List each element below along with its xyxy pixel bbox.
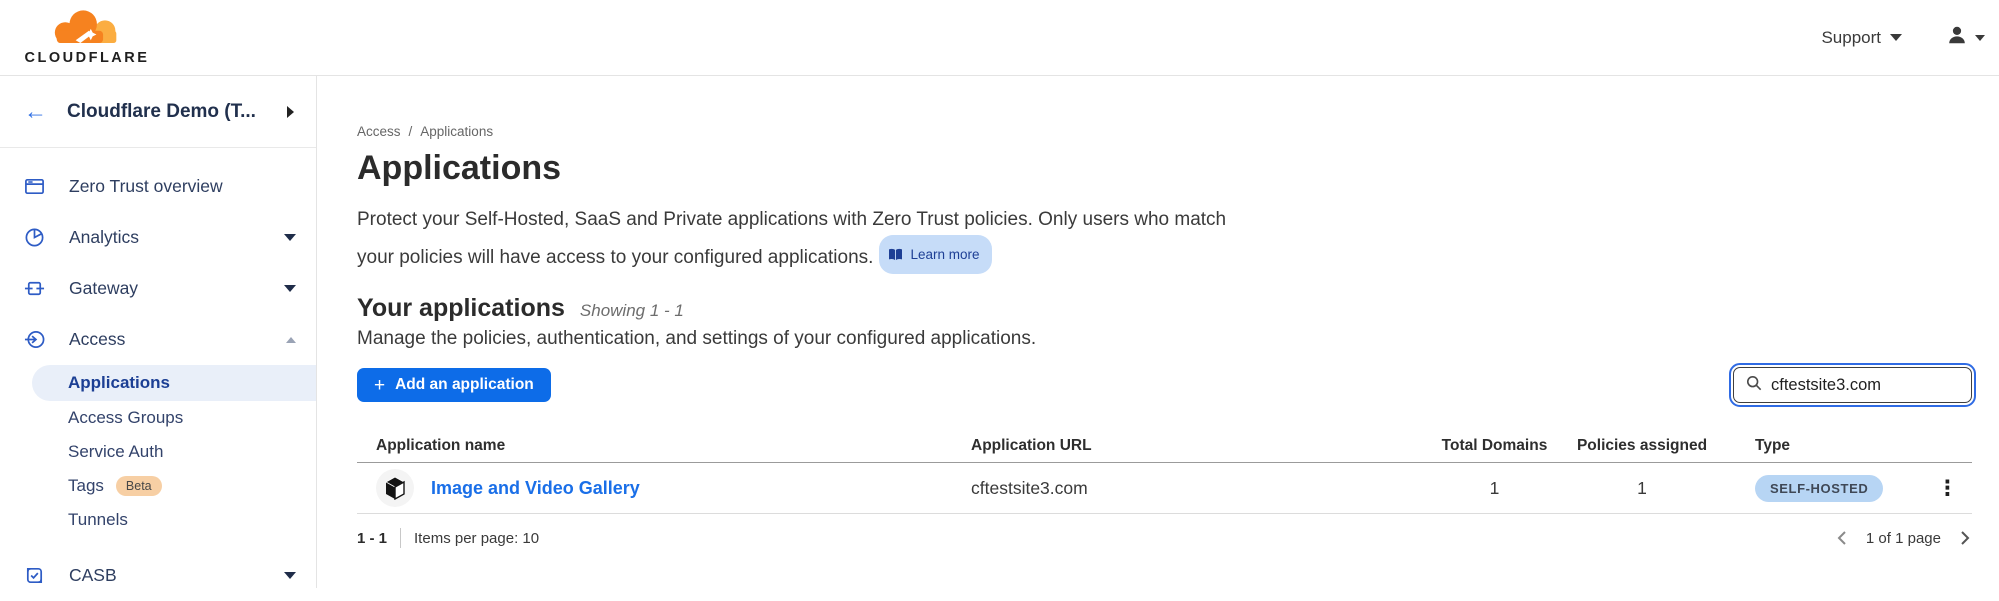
search-input[interactable] xyxy=(1771,376,1959,395)
cloudflare-cloud-icon xyxy=(51,9,123,49)
items-per-page[interactable]: Items per page: 10 xyxy=(414,530,539,547)
learn-more-button[interactable]: Learn more xyxy=(879,235,992,274)
sidebar-item-analytics[interactable]: Analytics xyxy=(0,212,316,263)
section-subtitle: Manage the policies, authentication, and… xyxy=(357,328,1972,350)
account-name[interactable]: Cloudflare Demo (T... xyxy=(67,101,267,123)
cloudflare-logo[interactable]: CLOUDFLARE xyxy=(18,9,156,66)
plus-icon: + xyxy=(374,376,385,395)
access-icon xyxy=(24,329,45,350)
sidebar-item-tags[interactable]: Tags Beta xyxy=(0,469,316,503)
sidebar-item-zero-trust-overview[interactable]: Zero Trust overview xyxy=(0,161,316,212)
application-link[interactable]: Image and Video Gallery xyxy=(431,478,640,499)
sidebar-item-tunnels[interactable]: Tunnels xyxy=(0,503,316,537)
search-box xyxy=(1733,367,1972,403)
item-range: 1 - 1 xyxy=(357,530,387,547)
page-title: Applications xyxy=(357,149,1972,188)
type-badge: SELF-HOSTED xyxy=(1755,475,1883,502)
app-avatar xyxy=(376,469,414,507)
cube-icon xyxy=(384,476,406,500)
col-application-url[interactable]: Application URL xyxy=(971,437,1432,455)
user-menu[interactable] xyxy=(1946,24,1985,51)
col-type[interactable]: Type xyxy=(1727,437,1932,455)
gateway-caret-icon xyxy=(284,285,296,292)
sidebar-item-service-auth[interactable]: Service Auth xyxy=(0,435,316,469)
showing-count: Showing 1 - 1 xyxy=(580,301,684,321)
account-switcher: ← Cloudflare Demo (T... xyxy=(0,76,316,148)
sidebar-item-casb[interactable]: CASB xyxy=(0,550,316,601)
user-icon xyxy=(1946,24,1968,51)
breadcrumb-applications[interactable]: Applications xyxy=(420,124,493,139)
account-expand-icon[interactable] xyxy=(287,106,294,118)
toolbar: + Add an application xyxy=(357,367,1972,403)
total-domains-value: 1 xyxy=(1432,478,1557,499)
sidebar: ← Cloudflare Demo (T... Zero Trust overv… xyxy=(0,76,317,588)
sidebar-item-access[interactable]: Access xyxy=(0,314,316,365)
access-collapse-icon xyxy=(286,337,296,343)
col-total-domains[interactable]: Total Domains xyxy=(1432,437,1557,455)
analytics-icon xyxy=(24,227,45,248)
back-arrow-icon[interactable]: ← xyxy=(24,100,47,123)
col-policies-assigned[interactable]: Policies assigned xyxy=(1557,437,1727,455)
add-application-button[interactable]: + Add an application xyxy=(357,368,551,402)
sidebar-item-access-groups[interactable]: Access Groups xyxy=(0,401,316,435)
next-page-button[interactable] xyxy=(1958,530,1972,546)
sidebar-nav: Zero Trust overview Analytics Gateway xyxy=(0,148,316,601)
analytics-caret-icon xyxy=(284,234,296,241)
table-row: Image and Video Gallery cftestsite3.com … xyxy=(357,463,1972,514)
gateway-icon xyxy=(24,278,45,299)
table-header: Application name Application URL Total D… xyxy=(357,430,1972,463)
pager-divider xyxy=(400,528,401,548)
row-actions-kebab[interactable]: ⋮ xyxy=(1937,478,1972,499)
breadcrumb-separator: / xyxy=(409,124,413,139)
application-url: cftestsite3.com xyxy=(971,478,1432,499)
sidebar-item-gateway[interactable]: Gateway xyxy=(0,263,316,314)
pagination: 1 - 1 Items per page: 10 1 of 1 page xyxy=(357,528,1972,548)
support-menu[interactable]: Support xyxy=(1821,28,1902,48)
cloudflare-wordmark: CLOUDFLARE xyxy=(25,50,150,66)
book-icon xyxy=(888,248,903,261)
beta-badge: Beta xyxy=(116,476,162,496)
access-sub-list: Applications Access Groups Service Auth … xyxy=(0,365,316,537)
page-description: Protect your Self-Hosted, SaaS and Priva… xyxy=(357,204,1257,274)
user-caret-icon xyxy=(1975,35,1985,41)
support-caret-icon xyxy=(1890,34,1902,41)
overview-icon xyxy=(24,176,45,197)
page-info: 1 of 1 page xyxy=(1866,530,1941,547)
search-icon xyxy=(1746,375,1762,396)
top-header: CLOUDFLARE Support xyxy=(0,0,1999,76)
breadcrumb-access[interactable]: Access xyxy=(357,124,401,139)
casb-caret-icon xyxy=(284,572,296,579)
breadcrumb: Access / Applications xyxy=(357,124,1972,139)
sidebar-item-applications[interactable]: Applications xyxy=(32,365,316,401)
casb-icon xyxy=(24,565,45,586)
section-title: Your applications xyxy=(357,294,565,323)
col-application-name[interactable]: Application name xyxy=(357,437,971,455)
main-content: Access / Applications Applications Prote… xyxy=(318,76,1999,588)
prev-page-button[interactable] xyxy=(1835,530,1849,546)
policies-assigned-value: 1 xyxy=(1557,478,1727,499)
